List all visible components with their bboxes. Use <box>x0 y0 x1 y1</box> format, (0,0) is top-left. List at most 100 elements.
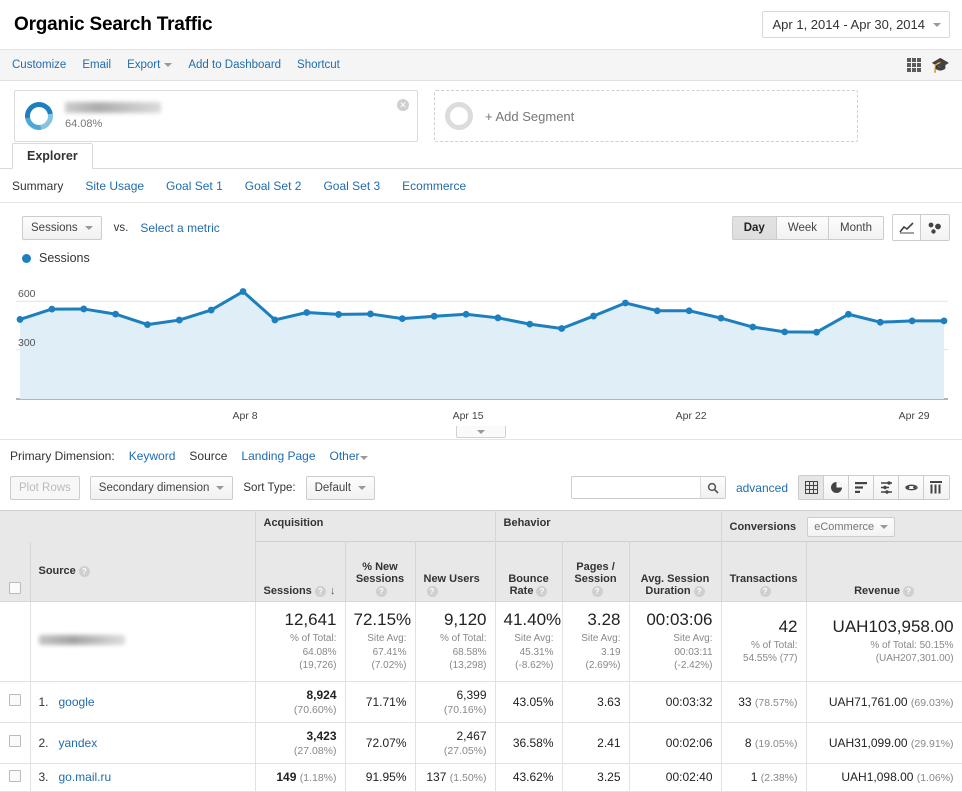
qr-grid-icon[interactable] <box>907 58 922 72</box>
conversions-goal-selector[interactable]: eCommerce <box>807 517 896 537</box>
group-header-behavior: Behavior <box>495 510 722 542</box>
column-avg-session-duration[interactable]: Avg. Session Duration? <box>629 541 722 602</box>
tab-explorer[interactable]: Explorer <box>12 143 93 169</box>
column-transactions[interactable]: Transactions? <box>721 541 807 602</box>
table-view-icon[interactable] <box>799 476 824 499</box>
add-segment-button[interactable]: + Add Segment <box>434 90 858 142</box>
comparison-view-icon[interactable] <box>874 476 899 499</box>
table-search[interactable] <box>570 476 726 499</box>
chart-slider-handle[interactable] <box>456 426 506 438</box>
pie-view-icon[interactable] <box>824 476 849 499</box>
help-icon[interactable]: ? <box>536 585 548 597</box>
help-icon[interactable]: ? <box>376 585 387 597</box>
advanced-link[interactable]: advanced <box>736 481 788 495</box>
column-pages-session[interactable]: Pages / Session? <box>562 541 630 602</box>
totals-avg-duration-value: 00:03:06 <box>646 610 713 629</box>
select-all-checkbox[interactable] <box>8 582 21 594</box>
add-to-dashboard-button[interactable]: Add to Dashboard <box>188 59 281 71</box>
chevron-down-icon <box>216 485 225 490</box>
secondary-dimension-button[interactable]: Secondary dimension <box>89 475 234 500</box>
row-source-cell: 1. google <box>30 680 256 723</box>
applied-segment[interactable]: 64.08% ✕ <box>14 90 418 142</box>
motion-chart-icon[interactable] <box>921 215 949 240</box>
primary-dimension-source[interactable]: Source <box>189 449 227 463</box>
row-sessions-value: 3,423 <box>306 728 337 743</box>
export-button[interactable]: Export <box>127 59 173 71</box>
subtab-goal-set-3[interactable]: Goal Set 3 <box>323 179 380 193</box>
graduation-cap-icon[interactable]: 🎓 <box>931 58 950 73</box>
row-source-link[interactable]: yandex <box>59 736 98 750</box>
help-icon[interactable]: ? <box>426 585 438 597</box>
help-icon[interactable]: ? <box>314 585 326 597</box>
totals-avg-duration: 00:03:06 Site Avg: 00:03:11 (-2.42%) <box>629 601 722 682</box>
column-source[interactable]: Source? <box>30 541 256 602</box>
help-icon[interactable]: ? <box>78 565 90 577</box>
column-new-users[interactable]: New Users? <box>415 541 496 602</box>
row-sessions-pct: (1.18%) <box>299 772 337 784</box>
segment-name-redacted <box>65 102 161 113</box>
help-icon[interactable]: ? <box>759 585 771 597</box>
primary-dimension-keyword[interactable]: Keyword <box>129 449 176 463</box>
row-pages-session: 3.63 <box>562 680 630 723</box>
column-pages-session-label: Pages / Session <box>574 561 617 585</box>
totals-new-sessions: 72.15% Site Avg: 67.41% (7.02%) <box>345 601 416 682</box>
line-chart-icon[interactable] <box>893 215 921 240</box>
subtab-ecommerce[interactable]: Ecommerce <box>402 179 466 193</box>
primary-dimension-other[interactable]: Other <box>330 449 368 463</box>
performance-view-icon[interactable] <box>849 476 874 499</box>
subtab-goal-set-1[interactable]: Goal Set 1 <box>166 179 223 193</box>
row-sessions: 8,924 (70.60%) <box>255 680 346 723</box>
subtab-summary[interactable]: Summary <box>12 179 63 193</box>
legend-dot-icon <box>22 253 31 263</box>
totals-transactions-l1: % of Total: <box>751 639 798 651</box>
remove-segment-icon[interactable]: ✕ <box>397 99 409 111</box>
sessions-line-chart[interactable]: 600 300 <box>16 273 948 408</box>
view-type-group <box>798 475 950 500</box>
email-button[interactable]: Email <box>82 59 111 71</box>
chart-date-slider[interactable] <box>0 426 962 440</box>
search-icon[interactable] <box>699 477 725 498</box>
totals-avg-duration-l1: Site Avg: <box>673 633 713 644</box>
row-checkbox[interactable] <box>8 735 21 747</box>
column-sessions[interactable]: Sessions? ↓ <box>255 541 346 602</box>
totals-new-sessions-l1: Site Avg: <box>367 633 407 644</box>
search-input[interactable] <box>571 477 700 498</box>
metric-selector[interactable]: Sessions <box>22 215 102 240</box>
column-bounce-rate[interactable]: Bounce Rate? <box>495 541 563 602</box>
pivot-view-icon[interactable] <box>924 476 949 499</box>
column-source-label: Source <box>38 565 76 578</box>
column-new-sessions[interactable]: % New Sessions? <box>345 541 416 602</box>
x-axis-tick: Apr 29 <box>898 410 930 422</box>
metric-selector-label: Sessions <box>31 221 78 234</box>
subtab-goal-set-2[interactable]: Goal Set 2 <box>245 179 302 193</box>
row-index: 1. <box>38 694 49 709</box>
column-new-users-label: New Users <box>423 573 480 585</box>
plot-rows-button[interactable]: Plot Rows <box>10 475 80 500</box>
granularity-week[interactable]: Week <box>776 216 830 239</box>
help-icon[interactable]: ? <box>591 585 603 597</box>
sort-type-button[interactable]: Default <box>305 475 376 500</box>
row-source-link[interactable]: go.mail.ru <box>59 770 112 784</box>
subtab-site-usage[interactable]: Site Usage <box>85 179 144 193</box>
title-bar: Organic Search Traffic Apr 1, 2014 - Apr… <box>0 0 962 50</box>
date-range-picker[interactable]: Apr 1, 2014 - Apr 30, 2014 <box>761 11 950 38</box>
totals-sessions: 12,641 % of Total: 64.08% (19,726) <box>255 601 346 682</box>
primary-dimension-landing-page[interactable]: Landing Page <box>241 449 315 463</box>
customize-button[interactable]: Customize <box>12 59 66 71</box>
column-revenue[interactable]: Revenue? <box>806 541 962 602</box>
granularity-day[interactable]: Day <box>732 216 777 239</box>
row-revenue-value: UAH71,761.00 <box>828 694 908 709</box>
totals-sessions-l1: % of Total: <box>289 633 337 644</box>
row-revenue-value: UAH1,098.00 <box>841 770 914 784</box>
row-source-link[interactable]: google <box>59 695 95 709</box>
select-a-metric-link[interactable]: Select a metric <box>140 221 219 235</box>
column-new-sessions-label: % New Sessions <box>355 561 405 585</box>
row-checkbox[interactable] <box>8 694 21 706</box>
term-cloud-view-icon[interactable] <box>899 476 924 499</box>
help-icon[interactable]: ? <box>693 585 705 597</box>
shortcut-button[interactable]: Shortcut <box>297 59 340 71</box>
row-revenue: UAH31,099.00 (29.91%) <box>806 721 962 764</box>
granularity-month[interactable]: Month <box>829 216 883 239</box>
row-checkbox[interactable] <box>8 769 21 782</box>
help-icon[interactable]: ? <box>902 585 914 597</box>
